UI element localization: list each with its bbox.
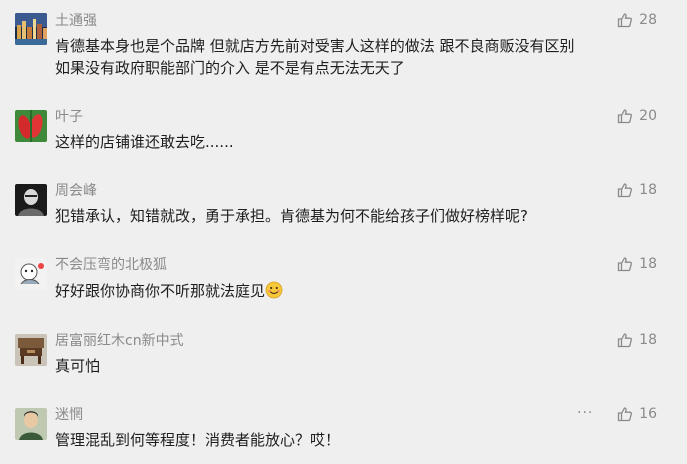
comment-author[interactable]: 迷惘 bbox=[55, 406, 83, 424]
like-button[interactable]: 16 bbox=[617, 406, 657, 422]
thumbs-up-icon bbox=[618, 407, 633, 422]
comment-text-line2: 如果没有政府职能部门的介入 是不是有点无法无天了 bbox=[55, 59, 405, 77]
cartoon-avatar-icon bbox=[15, 258, 47, 290]
like-button[interactable]: 28 bbox=[617, 12, 657, 28]
comment-text: 这样的店铺谁还敢去吃...... bbox=[55, 133, 234, 151]
comment-text: 犯错承认，知错就改，勇于承担。肯德基为何不能给孩子们做好榜样呢? bbox=[55, 207, 528, 225]
like-button[interactable]: 20 bbox=[617, 108, 657, 124]
thumbs-up-icon bbox=[618, 109, 633, 124]
like-button[interactable]: 18 bbox=[617, 182, 657, 198]
comment-text: 管理混乱到何等程度！消费者能放心？哎！ bbox=[55, 431, 341, 449]
smile-emoji-icon bbox=[265, 281, 283, 299]
avatar[interactable] bbox=[15, 408, 47, 440]
like-button[interactable]: 18 bbox=[617, 332, 657, 348]
comment-text: 肯德基本身也是个品牌 但就店方先前对受害人这样的做法 跟不良商贩没有区别 bbox=[55, 37, 575, 55]
comment-text: 真可怕 bbox=[55, 357, 101, 375]
furniture-avatar-icon bbox=[15, 334, 47, 366]
red-leaves-avatar-icon bbox=[15, 110, 47, 142]
comment-text-content: 好好跟你协商你不听那就法庭见 bbox=[55, 282, 266, 300]
thumbs-up-icon bbox=[618, 333, 633, 348]
like-count: 16 bbox=[639, 406, 657, 422]
comment-text: 好好跟你协商你不听那就法庭见 bbox=[55, 280, 655, 302]
person-avatar-icon bbox=[15, 408, 47, 440]
comment-author[interactable]: 叶子 bbox=[55, 108, 83, 126]
avatar[interactable] bbox=[15, 184, 47, 216]
comment-author[interactable]: 居富丽红木cn新中式 bbox=[55, 332, 184, 350]
like-count: 28 bbox=[639, 12, 657, 28]
like-button[interactable]: 18 bbox=[617, 256, 657, 272]
like-count: 20 bbox=[639, 108, 657, 124]
like-count: 18 bbox=[639, 256, 657, 272]
like-count: 18 bbox=[639, 182, 657, 198]
city-night-avatar-icon bbox=[15, 13, 47, 45]
avatar[interactable] bbox=[15, 258, 47, 290]
like-count: 18 bbox=[639, 332, 657, 348]
comment-author[interactable]: 土通强 bbox=[55, 12, 97, 30]
avatar[interactable] bbox=[15, 110, 47, 142]
more-options-button[interactable]: ··· bbox=[577, 405, 593, 421]
comment-author[interactable]: 周会峰 bbox=[55, 182, 97, 200]
portrait-avatar-icon bbox=[15, 184, 47, 216]
thumbs-up-icon bbox=[618, 183, 633, 198]
avatar[interactable] bbox=[15, 334, 47, 366]
thumbs-up-icon bbox=[618, 257, 633, 272]
comment-author[interactable]: 不会压弯的北极狐 bbox=[55, 256, 167, 274]
thumbs-up-icon bbox=[618, 13, 633, 28]
avatar[interactable] bbox=[15, 13, 47, 45]
